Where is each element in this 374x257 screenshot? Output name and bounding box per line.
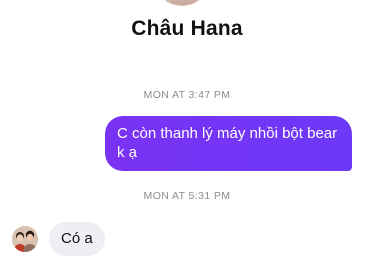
incoming-message-bubble[interactable]: Có a: [49, 222, 105, 256]
contact-profile-avatar[interactable]: [161, 0, 203, 6]
contact-avatar[interactable]: [12, 226, 38, 252]
outgoing-message-bubble[interactable]: C còn thanh lý máy nhồi bột bear k ạ: [105, 116, 352, 171]
message-timestamp: MON AT 3:47 PM: [143, 89, 231, 101]
message-timestamp: MON AT 5:31 PM: [143, 190, 231, 202]
contact-name[interactable]: Châu Hana: [0, 17, 374, 41]
